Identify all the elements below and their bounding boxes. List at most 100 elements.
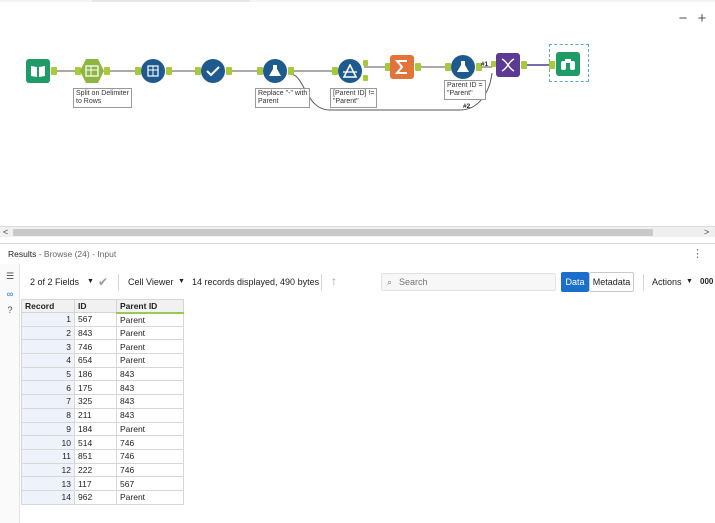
record-cell[interactable]: 6 [21, 380, 75, 396]
parent-id-cell[interactable]: 746 [116, 448, 184, 464]
metadata-tab-button[interactable]: Metadata [589, 272, 634, 292]
join-dna-icon[interactable] [496, 53, 520, 77]
record-cell[interactable]: 4 [21, 353, 75, 368]
table-row[interactable]: 12 222 746 [21, 462, 184, 478]
table-row[interactable]: 5 186 843 [21, 366, 184, 382]
record-cell[interactable]: 2 [21, 325, 75, 341]
parent-id-cell[interactable]: 843 [116, 366, 184, 382]
id-cell[interactable]: 514 [74, 435, 117, 450]
column-header-parent-id[interactable]: Parent ID [116, 299, 184, 314]
search-box[interactable]: ⌕ [381, 273, 556, 291]
parent-id-cell[interactable]: Parent [116, 353, 184, 368]
column-header-record[interactable]: Record [21, 299, 75, 313]
parent-id-cell[interactable]: 746 [116, 462, 184, 478]
output-anchor[interactable] [166, 67, 172, 75]
table-row[interactable]: 4 654 Parent [21, 353, 184, 368]
results-menu-icon[interactable]: ⋮ [692, 247, 703, 260]
transpose-icon[interactable] [141, 59, 165, 83]
record-cell[interactable]: 10 [21, 435, 75, 450]
fields-dropdown-icon[interactable]: ▼ [87, 278, 94, 285]
parent-id-cell[interactable]: Parent [116, 421, 184, 437]
up-arrow-icon[interactable]: ↑ [331, 274, 337, 288]
id-cell[interactable]: 746 [74, 339, 117, 355]
output-anchor[interactable] [226, 67, 232, 75]
filter-icon[interactable] [338, 59, 362, 83]
select-check-icon[interactable] [201, 59, 225, 83]
cell-viewer-dropdown-icon[interactable]: ▼ [178, 278, 185, 285]
check-icon[interactable]: ✔ [98, 275, 108, 289]
scroll-left-icon[interactable]: < [3, 227, 8, 237]
record-cell[interactable]: 13 [21, 476, 75, 491]
parent-id-cell[interactable]: 567 [116, 476, 184, 491]
table-row[interactable]: 11 851 746 [21, 448, 184, 464]
output-anchor[interactable] [51, 67, 57, 75]
table-row[interactable]: 2 843 Parent [21, 325, 184, 341]
list-icon[interactable]: ☰ [4, 270, 16, 282]
parent-id-cell[interactable]: 843 [116, 380, 184, 396]
output-anchor[interactable] [521, 61, 527, 69]
actions-dropdown-icon[interactable]: ▼ [686, 278, 693, 285]
cell-viewer-selector[interactable]: Cell Viewer [128, 277, 173, 287]
id-cell[interactable]: 211 [74, 407, 117, 423]
table-row[interactable]: 1 567 Parent [21, 312, 184, 327]
record-cell[interactable]: 12 [21, 462, 75, 478]
table-row[interactable]: 13 117 567 [21, 476, 184, 491]
browse-binoculars-icon[interactable] [556, 52, 580, 76]
record-cell[interactable]: 11 [21, 448, 75, 464]
parent-id-cell[interactable]: 843 [116, 407, 184, 423]
table-row[interactable]: 10 514 746 [21, 435, 184, 450]
formula-flask-icon[interactable] [451, 55, 475, 79]
id-cell[interactable]: 222 [74, 462, 117, 478]
column-header-id[interactable]: ID [74, 299, 117, 313]
input-anchor[interactable] [549, 61, 555, 69]
parent-id-cell[interactable]: 843 [116, 394, 184, 409]
scrollbar-thumb[interactable] [13, 229, 653, 236]
record-cell[interactable]: 9 [21, 421, 75, 437]
parent-id-cell[interactable]: Parent [116, 312, 184, 327]
parent-id-cell[interactable]: Parent [116, 325, 184, 341]
parent-id-cell[interactable]: Parent [116, 339, 184, 355]
id-cell[interactable]: 962 [74, 489, 117, 505]
id-cell[interactable]: 325 [74, 394, 117, 409]
table-row[interactable]: 8 211 843 [21, 407, 184, 423]
true-anchor[interactable] [363, 60, 368, 66]
id-cell[interactable]: 567 [74, 312, 117, 327]
id-cell[interactable]: 851 [74, 448, 117, 464]
help-icon[interactable]: ? [4, 304, 16, 316]
record-cell[interactable]: 14 [21, 489, 75, 505]
parent-id-cell[interactable]: 746 [116, 435, 184, 450]
id-cell[interactable]: 175 [74, 380, 117, 396]
parent-id-cell[interactable]: Parent [116, 489, 184, 505]
false-anchor[interactable] [363, 75, 368, 81]
summarize-sigma-icon[interactable] [390, 55, 414, 79]
table-row[interactable]: 6 175 843 [21, 380, 184, 396]
workflow-canvas[interactable]: − + Split on Delimiter to Rows Replace "… [0, 0, 715, 226]
horizontal-scrollbar[interactable]: < > [0, 226, 715, 237]
record-cell[interactable]: 5 [21, 366, 75, 382]
binoculars-icon[interactable]: ∞ [4, 288, 16, 300]
id-cell[interactable]: 117 [74, 476, 117, 491]
data-tab-button[interactable]: Data [561, 272, 589, 292]
fields-selector[interactable]: 2 of 2 Fields [30, 277, 79, 287]
id-cell[interactable]: 843 [74, 325, 117, 341]
actions-menu[interactable]: Actions [652, 277, 682, 287]
table-row[interactable]: 14 962 Parent [21, 489, 184, 505]
table-row[interactable]: 9 184 Parent [21, 421, 184, 437]
output-anchor[interactable] [104, 67, 110, 75]
scroll-right-icon[interactable]: > [704, 227, 709, 237]
more-options-icon[interactable]: 000 [700, 277, 713, 286]
output-anchor[interactable] [415, 63, 421, 71]
formula-flask-icon[interactable] [263, 59, 287, 83]
id-cell[interactable]: 186 [74, 366, 117, 382]
input-data-icon[interactable] [26, 59, 50, 83]
id-cell[interactable]: 184 [74, 421, 117, 437]
table-row[interactable]: 3 746 Parent [21, 339, 184, 355]
record-cell[interactable]: 7 [21, 394, 75, 409]
record-cell[interactable]: 1 [21, 312, 75, 327]
record-cell[interactable]: 8 [21, 407, 75, 423]
output-anchor[interactable] [288, 67, 294, 75]
record-cell[interactable]: 3 [21, 339, 75, 355]
search-input[interactable] [399, 276, 549, 288]
id-cell[interactable]: 654 [74, 353, 117, 368]
table-row[interactable]: 7 325 843 [21, 394, 184, 409]
